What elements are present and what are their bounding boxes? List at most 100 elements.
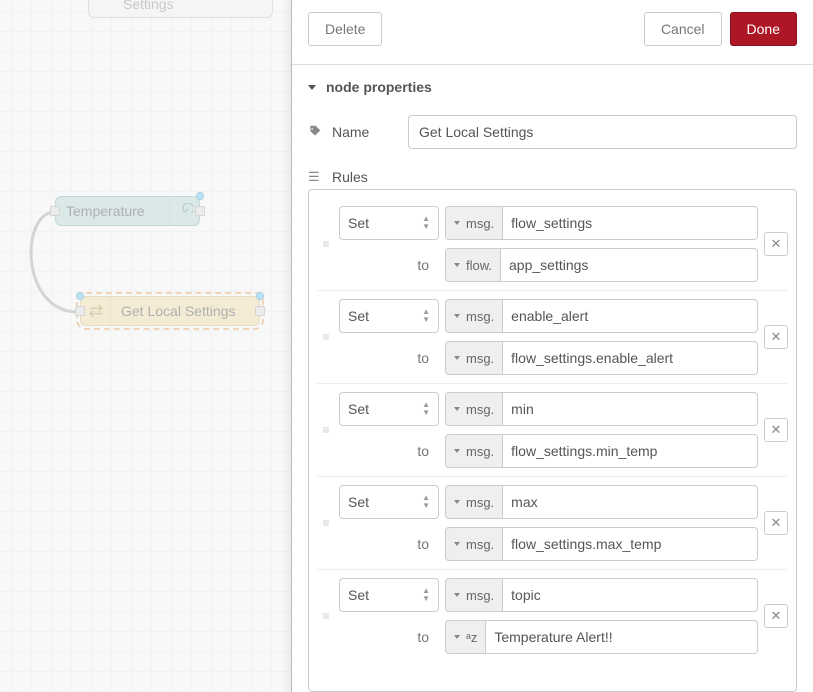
drag-handle-icon[interactable]: ≡ — [317, 331, 335, 343]
section-label: node properties — [326, 79, 432, 95]
to-label: to — [339, 257, 439, 273]
drag-handle-icon[interactable]: ≡ — [317, 238, 335, 250]
remove-rule-button[interactable]: ✕ — [764, 511, 788, 535]
prop-input[interactable] — [503, 299, 758, 333]
value-input[interactable] — [503, 434, 758, 468]
rule-prop-line: Set ▲▼ msg. — [339, 485, 758, 519]
caret-down-icon — [454, 500, 460, 504]
prop-type-select[interactable]: msg. — [445, 392, 503, 426]
rule-to-line: to ᵃz — [339, 620, 758, 654]
caret-down-icon — [454, 221, 460, 225]
prop-type-label: msg. — [466, 495, 494, 510]
caret-down-icon — [454, 356, 460, 360]
prop-type-select[interactable]: msg. — [445, 485, 503, 519]
rule-prop-line: Set ▲▼ msg. — [339, 206, 758, 240]
value-type-select[interactable]: msg. — [445, 527, 503, 561]
value-type-select[interactable]: flow. — [445, 248, 501, 282]
action-value: Set — [348, 494, 369, 510]
rule-to-line: to msg. — [339, 341, 758, 375]
rule-row: ≡ Set ▲▼ msg. to — [317, 477, 788, 570]
rule-prop-line: Set ▲▼ msg. — [339, 299, 758, 333]
to-label: to — [339, 350, 439, 366]
name-input[interactable] — [408, 115, 797, 149]
value-type-label: msg. — [466, 537, 494, 552]
rule-body: Set ▲▼ msg. to msg. — [339, 485, 758, 561]
rules-label: ☰ Rules — [308, 169, 408, 185]
rule-row: ≡ Set ▲▼ msg. to — [317, 291, 788, 384]
select-arrows-icon: ▲▼ — [422, 215, 430, 231]
caret-down-icon — [454, 593, 460, 597]
remove-rule-button[interactable]: ✕ — [764, 325, 788, 349]
prop-type-select[interactable]: msg. — [445, 578, 503, 612]
prop-input[interactable] — [503, 485, 758, 519]
caret-down-icon — [454, 263, 460, 267]
value-type-select[interactable]: msg. — [445, 434, 503, 468]
cancel-button[interactable]: Cancel — [644, 12, 722, 46]
to-label: to — [339, 443, 439, 459]
tag-icon — [308, 124, 326, 141]
action-select[interactable]: Set ▲▼ — [339, 392, 439, 426]
drag-handle-icon[interactable]: ≡ — [317, 517, 335, 529]
value-input[interactable] — [503, 527, 758, 561]
remove-rule-button[interactable]: ✕ — [764, 604, 788, 628]
rules-list: ≡ Set ▲▼ msg. to — [308, 189, 797, 692]
node-get-local-settings[interactable]: Get Local Settings — [80, 296, 260, 326]
caret-down-icon — [454, 635, 460, 639]
edit-panel: Edit change node Delete Cancel Done node… — [291, 0, 813, 692]
value-input[interactable] — [486, 620, 758, 654]
value-type-select[interactable]: ᵃz — [445, 620, 486, 654]
rule-row: ≡ Set ▲▼ msg. to — [317, 570, 788, 662]
remove-rule-button[interactable]: ✕ — [764, 418, 788, 442]
status-dot — [196, 192, 204, 200]
rule-prop-line: Set ▲▼ msg. — [339, 578, 758, 612]
value-type-select[interactable]: msg. — [445, 341, 503, 375]
select-arrows-icon: ▲▼ — [422, 587, 430, 603]
action-value: Set — [348, 401, 369, 417]
value-type-label: msg. — [466, 351, 494, 366]
caret-down-icon — [454, 542, 460, 546]
prop-type-select[interactable]: msg. — [445, 206, 503, 240]
chevron-down-icon — [308, 85, 316, 90]
action-value: Set — [348, 587, 369, 603]
value-type-label: ᵃz — [466, 630, 477, 645]
port-out[interactable] — [195, 206, 205, 216]
prop-type-label: msg. — [466, 216, 494, 231]
remove-rule-button[interactable]: ✕ — [764, 232, 788, 256]
to-label: to — [339, 536, 439, 552]
rule-row: ≡ Set ▲▼ msg. to — [317, 384, 788, 477]
value-type-label: msg. — [466, 444, 494, 459]
action-select[interactable]: Set ▲▼ — [339, 578, 439, 612]
value-input[interactable] — [501, 248, 758, 282]
action-select[interactable]: Set ▲▼ — [339, 485, 439, 519]
rule-to-line: to msg. — [339, 527, 758, 561]
prop-type-select[interactable]: msg. — [445, 299, 503, 333]
value-type-label: flow. — [466, 258, 492, 273]
select-arrows-icon: ▲▼ — [422, 494, 430, 510]
node-temperature[interactable]: Temperature — [55, 196, 200, 226]
delete-button[interactable]: Delete — [308, 12, 382, 46]
drag-handle-icon[interactable]: ≡ — [317, 610, 335, 622]
rules-label-row: ☰ Rules — [292, 159, 813, 189]
done-button[interactable]: Done — [730, 12, 797, 46]
prop-input[interactable] — [503, 206, 758, 240]
value-input[interactable] — [503, 341, 758, 375]
prop-input[interactable] — [503, 392, 758, 426]
label-text: Rules — [332, 169, 368, 185]
section-toggle[interactable]: node properties — [292, 65, 813, 105]
action-select[interactable]: Set ▲▼ — [339, 299, 439, 333]
select-arrows-icon: ▲▼ — [422, 308, 430, 324]
drag-handle-icon[interactable]: ≡ — [317, 424, 335, 436]
port-out[interactable] — [255, 306, 265, 316]
rule-row: ≡ Set ▲▼ msg. to — [317, 198, 788, 291]
port-in[interactable] — [75, 306, 85, 316]
action-value: Set — [348, 215, 369, 231]
rule-body: Set ▲▼ msg. to msg. — [339, 392, 758, 468]
port-in[interactable] — [50, 206, 60, 216]
node-label: Settings — [123, 0, 174, 12]
rule-body: Set ▲▼ msg. to flow. — [339, 206, 758, 282]
prop-input[interactable] — [503, 578, 758, 612]
action-select[interactable]: Set ▲▼ — [339, 206, 439, 240]
prop-type-label: msg. — [466, 402, 494, 417]
select-arrows-icon: ▲▼ — [422, 401, 430, 417]
name-row: Name — [292, 105, 813, 159]
